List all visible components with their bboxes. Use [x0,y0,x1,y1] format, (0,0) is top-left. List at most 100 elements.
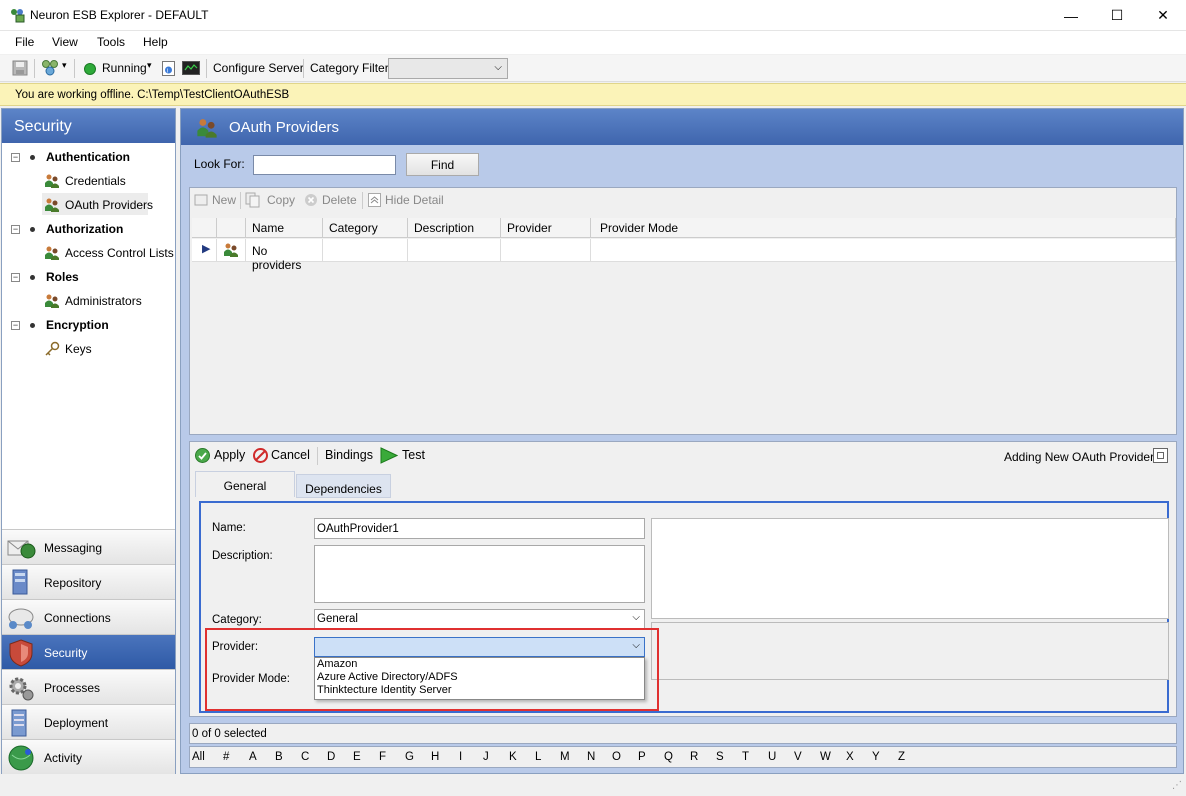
alpha-filter-u[interactable]: U [768,751,776,763]
menu-file[interactable]: File [15,35,34,49]
maximize-detail-button[interactable] [1153,448,1168,463]
collapse-icon[interactable]: − [11,273,20,282]
alpha-filter-d[interactable]: D [327,751,335,763]
alpha-filter-j[interactable]: J [483,751,489,763]
hide-detail-button[interactable]: Hide Detail [385,193,444,207]
find-button[interactable]: Find [406,153,479,176]
nav-security[interactable]: Security [2,634,175,669]
sidebar-item-keys[interactable]: Keys [65,342,92,356]
column-header-category[interactable]: Category [323,218,408,238]
test-button[interactable]: Test [402,448,425,462]
sidebar-item-credentials[interactable]: Credentials [65,174,126,188]
alpha-filter-m[interactable]: M [560,751,570,763]
users-icon [45,246,59,260]
bindings-button[interactable]: Bindings [325,448,373,462]
save-icon[interactable] [12,60,28,76]
table-cell-description[interactable] [408,239,501,262]
menu-help[interactable]: Help [143,35,168,49]
menu-tools[interactable]: Tools [97,35,125,49]
console-icon[interactable] [182,61,200,75]
category-select[interactable]: General ⌵ [314,609,645,629]
provider-option[interactable]: Azure Active Directory/ADFS [315,671,644,684]
alpha-filter-b[interactable]: B [275,751,283,763]
alpha-filter-x[interactable]: X [846,751,854,763]
running-status-button[interactable]: Running [102,61,147,75]
nav-messaging[interactable]: Messaging [2,529,175,564]
alpha-filter-i[interactable]: I [459,751,462,763]
provider-select[interactable]: ⌵ [314,637,645,657]
name-input[interactable] [314,518,645,539]
configure-server-button[interactable]: Configure Server [213,61,304,75]
cancel-button[interactable]: Cancel [271,448,310,462]
alpha-filter-hash[interactable]: # [223,751,229,763]
info-icon[interactable]: i [162,61,175,76]
network-icon[interactable] [41,59,61,77]
nav-connections[interactable]: Connections [2,599,175,634]
look-for-input[interactable] [253,155,396,175]
tree-category-authentication[interactable]: Authentication [46,150,130,164]
table-cell-provider[interactable] [501,239,591,262]
tree-category-authorization[interactable]: Authorization [46,222,123,236]
collapse-icon[interactable]: − [11,225,20,234]
tree-category-encryption[interactable]: Encryption [46,318,109,332]
column-header-description[interactable]: Description [408,218,501,238]
column-header-provider[interactable]: Provider [501,218,591,238]
apply-button[interactable]: Apply [214,448,245,462]
alpha-filter-e[interactable]: E [353,751,361,763]
collapse-icon[interactable]: − [11,321,20,330]
collapse-icon[interactable]: − [11,153,20,162]
alpha-filter-y[interactable]: Y [872,751,880,763]
maximize-button[interactable]: ☐ [1094,0,1140,31]
alpha-filter-n[interactable]: N [587,751,595,763]
table-cell-category[interactable] [323,239,408,262]
new-button[interactable]: New [212,193,236,207]
sidebar-item-access-control-lists[interactable]: Access Control Lists [65,246,174,260]
alpha-filter-w[interactable]: W [820,751,831,763]
alpha-filter-k[interactable]: K [509,751,517,763]
tree-category-roles[interactable]: Roles [46,270,79,284]
nav-processes[interactable]: Processes [2,669,175,704]
alpha-filter-q[interactable]: Q [664,751,673,763]
column-header-provider-mode[interactable]: Provider Mode [591,218,1176,238]
alpha-filter-p[interactable]: P [638,751,646,763]
chevron-down-icon[interactable]: ▾ [62,60,67,71]
alpha-filter-l[interactable]: L [535,751,541,763]
sidebar-item-oauth-providers[interactable]: OAuth Providers [65,198,153,212]
alpha-filter-c[interactable]: C [301,751,309,763]
provider-option[interactable]: Thinktecture Identity Server [315,684,644,697]
category-filter-select[interactable]: ⌵ [388,58,508,79]
alpha-filter-r[interactable]: R [690,751,698,763]
tab-dependencies[interactable]: Dependencies [296,474,391,498]
column-header-name[interactable]: Name [246,218,323,238]
alpha-filter-h[interactable]: H [431,751,439,763]
menu-view[interactable]: View [52,35,78,49]
resize-grip-icon[interactable]: ⋰ [1172,780,1182,791]
page-header: OAuth Providers [181,109,1183,145]
tab-general[interactable]: General [195,471,295,497]
description-input[interactable] [314,545,645,603]
alpha-filter-a[interactable]: A [249,751,257,763]
main-toolbar: ▾ Running ▾ i Configure Server Category … [0,55,1186,82]
chevron-down-icon[interactable]: ▾ [147,60,152,71]
alpha-filter-v[interactable]: V [794,751,802,763]
alpha-filter-t[interactable]: T [742,751,749,763]
alpha-filter-f[interactable]: F [379,751,386,763]
provider-option[interactable]: Amazon [315,658,644,671]
sidebar-item-administrators[interactable]: Administrators [65,294,142,308]
alpha-filter-z[interactable]: Z [898,751,905,763]
nav-activity[interactable]: Activity [2,739,175,774]
alpha-filter-o[interactable]: O [612,751,621,763]
alpha-filter-s[interactable]: S [716,751,724,763]
minimize-button[interactable]: — [1048,0,1094,31]
copy-button[interactable]: Copy [267,193,295,207]
users-icon [45,174,59,188]
nav-deployment[interactable]: Deployment [2,704,175,739]
table-cell-provider-mode[interactable] [591,239,1176,262]
row-indicator[interactable]: ▶ [192,239,217,262]
table-cell-name[interactable]: No providers [246,239,323,272]
close-button[interactable]: ✕ [1140,0,1186,31]
alpha-filter-all[interactable]: All [192,751,205,763]
delete-button[interactable]: Delete [322,193,357,207]
nav-repository[interactable]: Repository [2,564,175,599]
alpha-filter-g[interactable]: G [405,751,414,763]
